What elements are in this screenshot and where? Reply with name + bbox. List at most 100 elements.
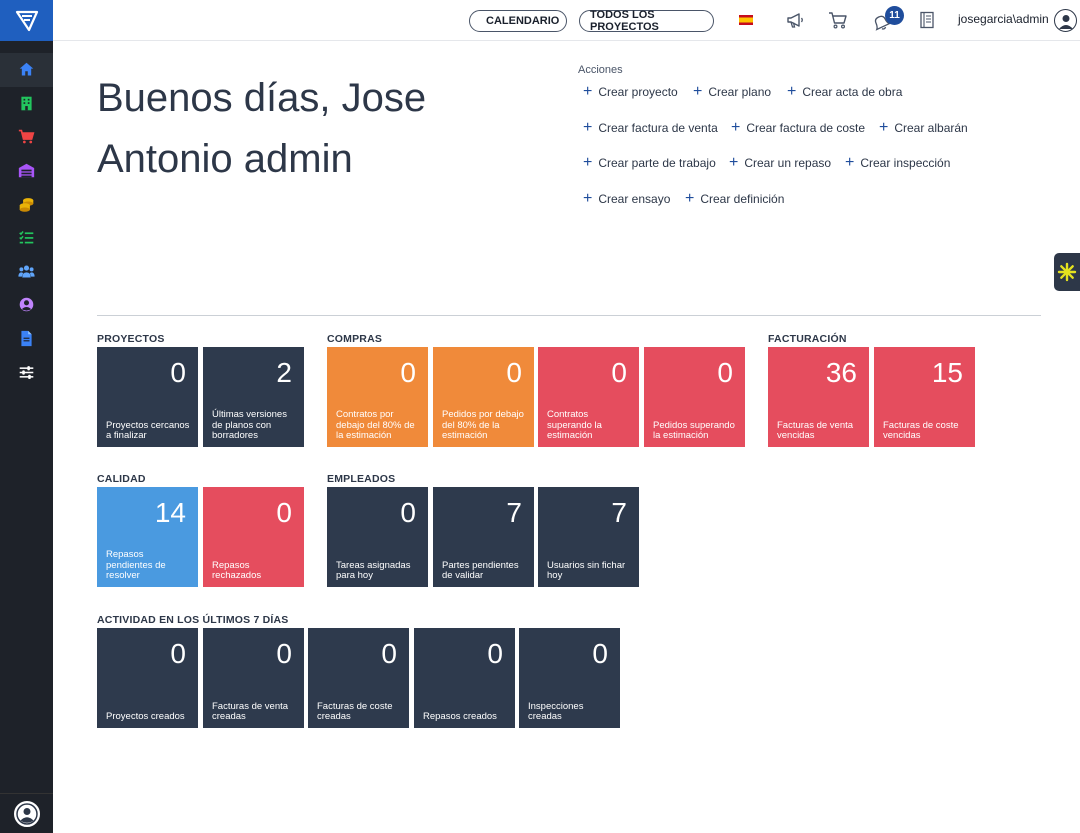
create-delivery-note-action[interactable]: + Crear albarán <box>879 120 968 136</box>
tile-value: 0 <box>611 357 627 388</box>
tile-label: Repasos pendientes de resolver <box>106 548 166 582</box>
spain-flag-icon[interactable] <box>739 15 753 25</box>
create-plan-action[interactable]: + Crear plano <box>693 83 771 100</box>
tile-cost-invoices-created[interactable]: 0 Facturas de coste creadas <box>308 628 409 728</box>
tile-value: 36 <box>825 357 857 388</box>
section-title-activity: ACTIVIDAD EN LOS ÚLTIMOS 7 DÍAS <box>97 614 289 626</box>
cart-icon <box>18 130 35 144</box>
action-label: Crear definición <box>700 192 785 206</box>
sidebar-item-warehouse[interactable] <box>0 154 53 188</box>
tile-value: 0 <box>592 638 608 669</box>
notification-count-badge: 11 <box>885 6 904 25</box>
sliders-icon <box>19 365 34 379</box>
tile-label: Facturas de coste creadas <box>317 700 393 723</box>
plus-icon: + <box>693 83 703 100</box>
tile-projects-near-end[interactable]: 0 Proyectos cercanos a finalizar <box>97 347 198 447</box>
sidebar-item-employees[interactable] <box>0 255 53 289</box>
tile-label: Últimas versiones de planos con borrador… <box>212 408 287 442</box>
user-avatar-icon <box>15 802 38 825</box>
plus-icon: + <box>583 154 593 171</box>
calendar-button-label: CALENDARIO <box>486 15 560 27</box>
plus-icon: + <box>685 190 695 207</box>
tile-inspections-created[interactable]: 0 Inspecciones creadas <box>519 628 620 728</box>
side-panel-tab[interactable] <box>1054 253 1080 291</box>
tile-reports-pending-validation[interactable]: 7 Partes pendientes de validar <box>433 487 534 587</box>
user-icon <box>1058 14 1073 29</box>
announcement-button[interactable] <box>785 10 805 30</box>
create-project-action[interactable]: + Crear proyecto <box>583 83 678 100</box>
tile-overdue-cost-invoices[interactable]: 15 Facturas de coste vencidas <box>874 347 975 447</box>
tile-overdue-sales-invoices[interactable]: 36 Facturas de venta vencidas <box>768 347 869 447</box>
asterisk-icon <box>1057 262 1077 282</box>
tile-label: Usuarios sin fichar hoy <box>547 559 626 582</box>
user-avatar-button[interactable] <box>1054 9 1077 32</box>
tile-tasks-today[interactable]: 0 Tareas asignadas para hoy <box>327 487 428 587</box>
cart-button[interactable] <box>828 10 848 30</box>
all-projects-button[interactable]: TODOS LOS PROYECTOS <box>579 9 714 33</box>
create-test-action[interactable]: + Crear ensayo <box>583 191 671 207</box>
home-icon <box>19 62 34 76</box>
create-definition-action[interactable]: + Crear definición <box>685 190 785 207</box>
tile-label: Pedidos superando la estimación <box>653 419 735 442</box>
create-work-report-action[interactable]: + Crear parte de trabajo <box>583 154 716 171</box>
tile-reviews-created[interactable]: 0 Repasos creados <box>414 628 515 728</box>
sidebar-item-purchases[interactable] <box>0 120 53 154</box>
sidebar-item-users[interactable] <box>0 288 53 322</box>
create-site-report-action[interactable]: + Crear acta de obra <box>787 83 902 100</box>
users-icon <box>18 265 35 278</box>
action-label: Crear albarán <box>894 121 968 135</box>
sidebar-item-projects[interactable] <box>0 87 53 121</box>
username-label[interactable]: josegarcia\admin <box>958 12 1049 26</box>
tile-value: 15 <box>931 357 963 388</box>
create-cost-invoice-action[interactable]: + Crear factura de coste <box>731 120 865 136</box>
tile-sales-invoices-created[interactable]: 0 Facturas de venta creadas <box>203 628 304 728</box>
section-title-quality: CALIDAD <box>97 473 146 485</box>
sidebar-item-documents[interactable] <box>0 322 53 356</box>
tile-label: Proyectos creados <box>106 711 185 723</box>
tile-rejected-reviews[interactable]: 0 Repasos rechazados <box>203 487 304 587</box>
tile-value: 7 <box>506 497 522 528</box>
tile-value: 0 <box>487 638 503 669</box>
tile-orders-below-80[interactable]: 0 Pedidos por debajo del 80% de la estim… <box>433 347 534 447</box>
warehouse-icon <box>18 163 35 178</box>
coins-icon <box>19 197 34 212</box>
action-label: Crear factura de venta <box>598 121 718 135</box>
plus-icon: + <box>583 83 593 100</box>
plus-icon: + <box>787 83 797 100</box>
create-inspection-action[interactable]: + Crear inspección <box>845 154 950 171</box>
tile-label: Repasos creados <box>423 711 497 723</box>
tile-contracts-below-80[interactable]: 0 Contratos por debajo del 80% de la est… <box>327 347 428 447</box>
tile-value: 0 <box>276 497 292 528</box>
calendar-button[interactable]: CALENDARIO <box>469 10 567 32</box>
tile-label: Proyectos cercanos a finalizar <box>106 419 190 442</box>
tile-value: 0 <box>400 357 416 388</box>
action-label: Crear proyecto <box>598 85 678 99</box>
section-divider <box>97 315 1041 316</box>
create-review-action[interactable]: + Crear un repaso <box>729 154 832 171</box>
plus-icon: + <box>729 154 739 171</box>
notes-button[interactable] <box>917 10 937 30</box>
tile-value: 0 <box>381 638 397 669</box>
tile-latest-plan-versions[interactable]: 2 Últimas versiones de planos con borrad… <box>203 347 304 447</box>
tile-pending-reviews[interactable]: 14 Repasos pendientes de resolver <box>97 487 198 587</box>
sidebar-item-settings[interactable] <box>0 355 53 389</box>
tile-orders-over-estimate[interactable]: 0 Pedidos superando la estimación <box>644 347 745 447</box>
tile-label: Contratos por debajo del 80% de la estim… <box>336 408 415 442</box>
tile-value: 0 <box>276 638 292 669</box>
avatar <box>13 800 40 827</box>
create-sales-invoice-action[interactable]: + Crear factura de venta <box>583 120 718 136</box>
sidebar-item-home[interactable] <box>0 53 53 87</box>
action-label: Crear un repaso <box>744 156 832 170</box>
tile-users-not-clocked-in[interactable]: 7 Usuarios sin fichar hoy <box>538 487 639 587</box>
action-label: Crear ensayo <box>598 192 671 206</box>
sidebar-profile[interactable] <box>0 793 53 833</box>
sidebar-item-finance[interactable] <box>0 187 53 221</box>
section-title-employees: EMPLEADOS <box>327 473 396 485</box>
actions-title: Acciones <box>578 64 623 76</box>
building-icon <box>21 96 32 111</box>
tile-projects-created[interactable]: 0 Proyectos creados <box>97 628 198 728</box>
app-logo[interactable] <box>0 0 53 41</box>
tile-contracts-over-estimate[interactable]: 0 Contratos superando la estimación <box>538 347 639 447</box>
sidebar-item-tasks[interactable] <box>0 221 53 255</box>
plus-icon: + <box>845 154 855 171</box>
